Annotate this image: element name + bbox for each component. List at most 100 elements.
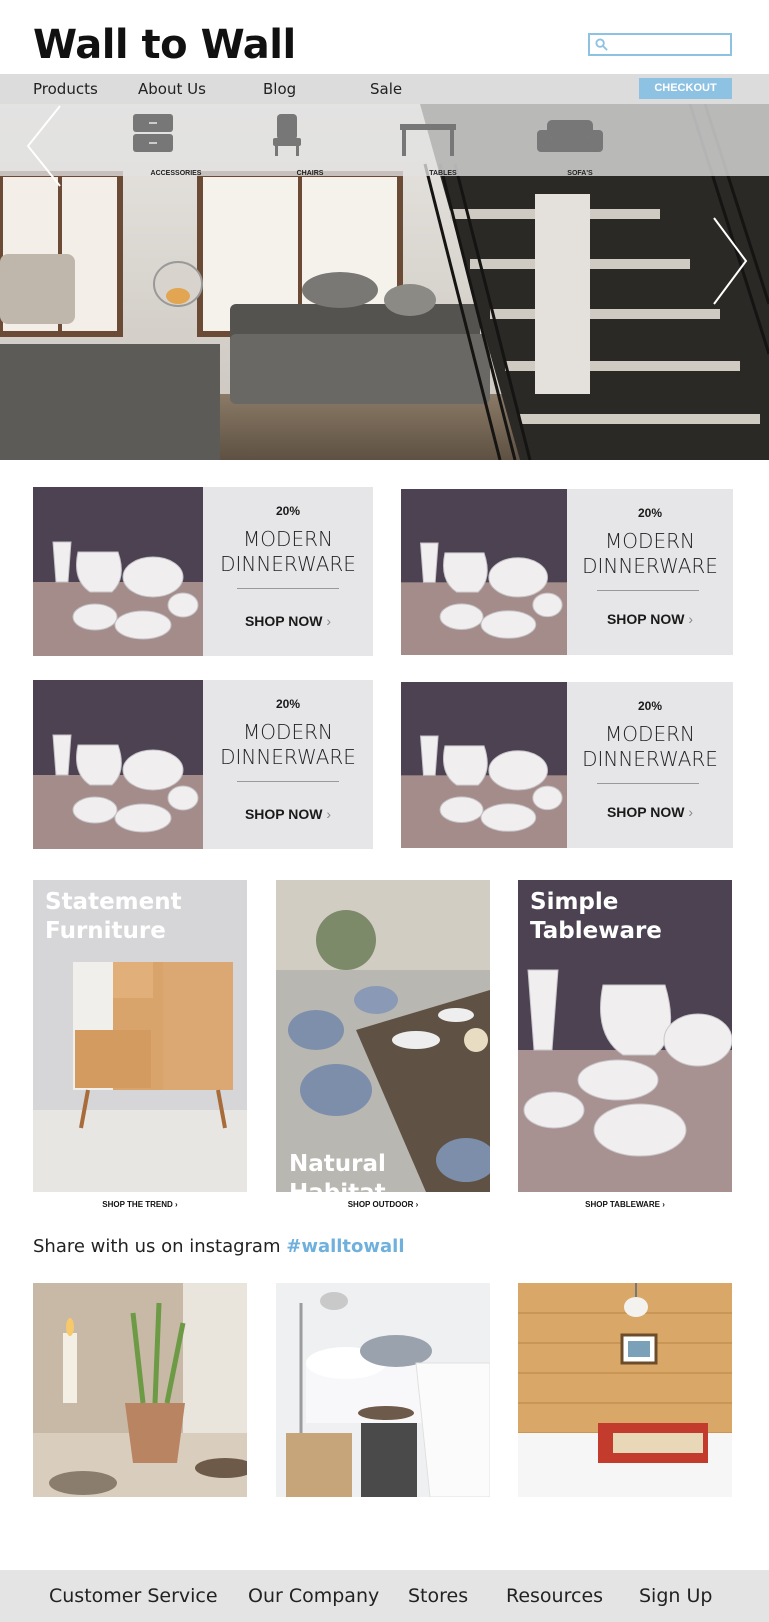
shop-outdoor-link[interactable]: SHOP OUTDOOR › [276, 1200, 490, 1209]
shop-tableware-link[interactable]: SHOP TABLEWARE › [518, 1200, 732, 1209]
main-nav: Products About Us Blog Sale CHECKOUT [0, 74, 769, 104]
collection-title: Natural Habitat [289, 1150, 490, 1192]
chevron-right-icon: › [326, 613, 332, 629]
search-input[interactable] [588, 33, 732, 56]
promo-title-line1: MODERN [605, 722, 695, 746]
promo-image [401, 682, 567, 848]
shop-now-link[interactable]: SHOP NOW › [567, 611, 733, 627]
site-footer: Customer Service Our Company Stores Reso… [0, 1570, 769, 1622]
promo-text: 20% MODERN DINNERWARE SHOP NOW › [203, 487, 373, 656]
shop-now-link[interactable]: SHOP NOW › [203, 613, 373, 629]
promo-card[interactable]: 20% MODERN DINNERWARE SHOP NOW › [401, 682, 733, 848]
collection-natural-habitat[interactable]: Natural Habitat [276, 880, 490, 1192]
instagram-photo[interactable] [518, 1283, 732, 1497]
sofa-icon [537, 120, 603, 152]
collection-statement-furniture[interactable]: Statement Furniture [33, 880, 247, 1192]
hero-banner: ACCESSORIES CHAIRS TABLES SOFA'S [0, 104, 769, 460]
footer-customer-service[interactable]: Customer Service [49, 1585, 218, 1607]
promo-title-line2: DINNERWARE [220, 552, 356, 576]
collection-simple-tableware[interactable]: Simple Tableware [518, 880, 732, 1192]
next-slide-icon[interactable] [710, 216, 750, 306]
category-bar: ACCESSORIES CHAIRS TABLES SOFA'S [0, 104, 769, 177]
shop-now-label: SHOP NOW [606, 804, 685, 820]
chair-icon [273, 114, 301, 156]
collection-title: Simple Tableware [530, 888, 662, 946]
shop-now-label: SHOP NOW [606, 611, 685, 627]
chevron-right-icon: › [688, 611, 694, 627]
nav-sale[interactable]: Sale [370, 80, 402, 98]
collection-image [276, 880, 490, 1192]
shop-now-label: SHOP NOW [244, 806, 323, 822]
checkout-button[interactable]: CHECKOUT [639, 78, 732, 99]
site-logo[interactable]: Wall to Wall [33, 22, 296, 68]
promo-text: 20% MODERN DINNERWARE SHOP NOW › [203, 680, 373, 849]
promo-image [33, 680, 203, 849]
promo-card[interactable]: 20% MODERN DINNERWARE SHOP NOW › [401, 489, 733, 655]
category-label: SOFA'S [567, 170, 593, 177]
footer-resources[interactable]: Resources [506, 1585, 603, 1607]
divider [237, 781, 339, 782]
footer-our-company[interactable]: Our Company [248, 1585, 379, 1607]
link-label: SHOP THE TREND [102, 1200, 173, 1209]
promo-title-line2: DINNERWARE [220, 745, 356, 769]
shop-now-link[interactable]: SHOP NOW › [203, 806, 373, 822]
divider [237, 588, 339, 589]
promo-text: 20% MODERN DINNERWARE SHOP NOW › [567, 489, 733, 655]
promo-image [33, 487, 203, 656]
divider [597, 590, 699, 591]
table-icon [400, 124, 456, 156]
link-label: SHOP OUTDOOR [347, 1200, 414, 1209]
prev-slide-icon[interactable] [24, 104, 64, 188]
collection-title-line1: Statement [45, 889, 182, 915]
collection-title-line1: Natural Habitat [289, 1151, 386, 1192]
chevron-right-icon: › [662, 1200, 665, 1209]
divider [597, 783, 699, 784]
shop-the-trend-link[interactable]: SHOP THE TREND › [33, 1200, 247, 1209]
category-label: TABLES [429, 170, 457, 177]
chevron-right-icon: › [415, 1200, 419, 1209]
shop-now-label: SHOP NOW [244, 613, 323, 629]
promo-title: MODERN DINNERWARE [203, 527, 373, 577]
promo-title: MODERN DINNERWARE [567, 722, 733, 772]
promo-text: 20% MODERN DINNERWARE SHOP NOW › [567, 682, 733, 848]
instagram-photo[interactable] [33, 1283, 247, 1497]
collection-title-line2: Tableware [530, 918, 662, 944]
chevron-right-icon: › [688, 804, 694, 820]
promo-title-line2: DINNERWARE [582, 554, 718, 578]
promo-title-line1: MODERN [243, 720, 333, 744]
category-label: CHAIRS [296, 170, 324, 177]
instagram-image [518, 1283, 732, 1497]
nav-blog[interactable]: Blog [263, 80, 296, 98]
nav-products[interactable]: Products [33, 80, 98, 98]
promo-discount: 20% [275, 697, 301, 711]
collection-title-line1: Simple [530, 889, 619, 915]
shop-now-link[interactable]: SHOP NOW › [567, 804, 733, 820]
instagram-image [33, 1283, 247, 1497]
promo-card[interactable]: 20% MODERN DINNERWARE SHOP NOW › [33, 680, 373, 849]
chevron-right-icon: › [326, 806, 332, 822]
nav-about-us[interactable]: About Us [138, 80, 206, 98]
footer-sign-up[interactable]: Sign Up [639, 1585, 712, 1607]
chevron-right-icon: › [175, 1200, 178, 1209]
instagram-hashtag-link[interactable]: #walltowall [286, 1236, 404, 1257]
category-label: ACCESSORIES [150, 170, 202, 177]
search-icon [595, 38, 608, 51]
instagram-heading: Share with us on instagram #walltowall [33, 1236, 405, 1257]
dresser-icon [133, 114, 173, 152]
collection-title-line2: Furniture [45, 918, 166, 944]
promo-title: MODERN DINNERWARE [203, 720, 373, 770]
promo-title-line2: DINNERWARE [582, 747, 718, 771]
footer-stores[interactable]: Stores [408, 1585, 468, 1607]
promo-title: MODERN DINNERWARE [567, 529, 733, 579]
promo-discount: 20% [275, 504, 301, 518]
promo-discount: 20% [637, 699, 663, 713]
link-label: SHOP TABLEWARE [585, 1200, 660, 1209]
promo-card[interactable]: 20% MODERN DINNERWARE SHOP NOW › [33, 487, 373, 656]
instagram-text: Share with us on instagram [33, 1236, 281, 1257]
instagram-image [276, 1283, 490, 1497]
promo-image [401, 489, 567, 655]
promo-discount: 20% [637, 506, 663, 520]
collection-title: Statement Furniture [45, 888, 182, 946]
instagram-photo[interactable] [276, 1283, 490, 1497]
promo-title-line1: MODERN [243, 527, 333, 551]
